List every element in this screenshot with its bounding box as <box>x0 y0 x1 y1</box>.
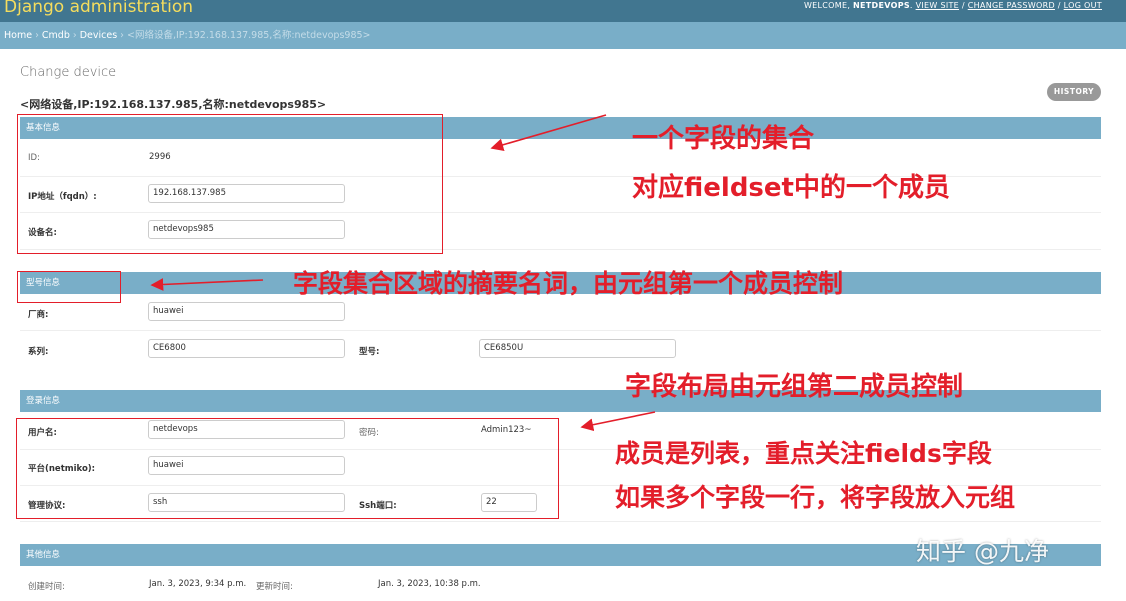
arrow-3 <box>580 411 656 432</box>
annotation-text-4b: 如果多个字段一行，将字段放入元组 <box>615 483 1016 512</box>
watermark: 知乎 @九净 <box>916 537 1049 566</box>
annotation-text-1b: 对应fieldset中的一个成员 <box>632 173 950 203</box>
arrow-2 <box>150 278 264 291</box>
annotation-text-1a: 一个字段的集合 <box>632 124 815 154</box>
annotation-text-2: 字段集合区域的摘要名词，由元组第一个成员控制 <box>293 269 844 298</box>
arrow-1 <box>490 114 607 152</box>
annotation-text-4a: 成员是列表，重点关注fields字段 <box>615 439 992 468</box>
annotation-text-3: 字段布局由元组第二成员控制 <box>625 372 964 402</box>
